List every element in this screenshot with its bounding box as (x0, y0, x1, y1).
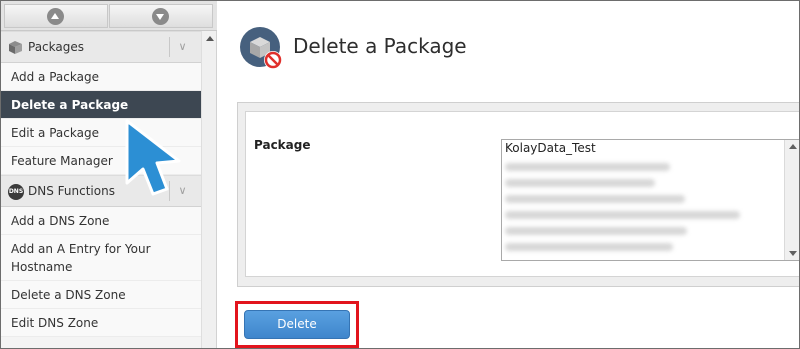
package-label: Package (254, 138, 311, 152)
sidebar-item-delete-package[interactable]: Delete a Package (1, 91, 201, 119)
chevron-down-icon[interactable]: ∨ (169, 37, 195, 57)
delete-package-icon (240, 27, 282, 69)
delete-button-highlight: Delete (235, 301, 359, 348)
sidebar-item-add-dns-zone[interactable]: Add a DNS Zone (1, 207, 201, 235)
scroll-down-arrow-icon[interactable] (789, 251, 797, 256)
listbox-scrollbar[interactable] (784, 140, 799, 260)
triangle-up-icon (47, 8, 64, 25)
sidebar-item-add-a-entry[interactable]: Add an A Entry for Your Hostname (1, 235, 201, 281)
package-option[interactable]: KolayData_Test (505, 141, 596, 155)
scroll-up-arrow-icon[interactable] (789, 144, 797, 149)
sidebar-toolbar (1, 1, 217, 31)
category-packages[interactable]: Packages ∨ (1, 31, 201, 63)
pointer-arrow-icon (125, 119, 181, 196)
sidebar-collapse-up-button[interactable] (4, 4, 108, 28)
delete-button[interactable]: Delete (244, 310, 350, 339)
triangle-down-icon (152, 8, 169, 25)
sidebar-item-edit-dns-zone[interactable]: Edit DNS Zone (1, 309, 201, 337)
package-option-blurred[interactable] (505, 195, 685, 203)
package-option-blurred[interactable] (505, 211, 740, 219)
main-content: Delete a Package Package KolayData_Test … (218, 1, 799, 348)
package-option-blurred[interactable] (505, 227, 687, 235)
scroll-up-arrow-icon[interactable] (206, 36, 214, 41)
package-option-blurred[interactable] (505, 163, 670, 171)
sidebar: Packages ∨ Add a Package Delete a Packag… (1, 1, 217, 348)
category-dns-label: DNS Functions (28, 184, 115, 198)
package-option-blurred[interactable] (505, 179, 655, 187)
dns-icon: DNS (8, 184, 24, 200)
category-packages-label: Packages (28, 40, 84, 54)
sidebar-scrollbar[interactable] (201, 31, 216, 348)
package-option-blurred[interactable] (505, 243, 673, 251)
sidebar-item-add-package[interactable]: Add a Package (1, 63, 201, 91)
page-title: Delete a Package (293, 34, 467, 58)
window: Packages ∨ Add a Package Delete a Packag… (0, 0, 800, 349)
sidebar-item-delete-dns-zone[interactable]: Delete a DNS Zone (1, 281, 201, 309)
package-icon (9, 41, 22, 54)
sidebar-expand-down-button[interactable] (109, 4, 213, 28)
package-listbox[interactable]: KolayData_Test (501, 139, 799, 261)
